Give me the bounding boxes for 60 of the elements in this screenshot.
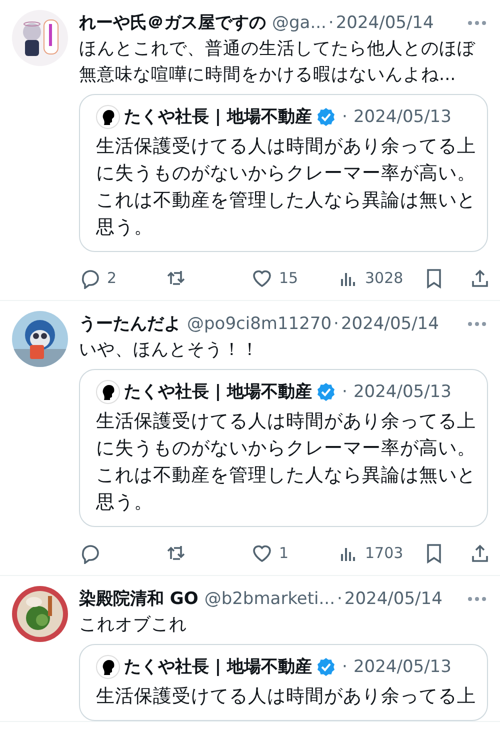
quoted-user-name: たくや社長 | 地場不動産 — [124, 106, 312, 129]
views-count: 3028 — [365, 269, 404, 287]
post-text: 無意味な喧嘩に時間をかける暇はないんよね... — [79, 64, 457, 87]
share-button[interactable] — [469, 267, 491, 289]
quoted-post[interactable]: たくや社長 | 地場不動産 · 2024/05/13 生活保護受けてる人は時間があり余ってる上 に失うものがないからクレーマー率が高い。 これは不動産を管理した人なら異論は無いと 思う。 — [79, 369, 488, 527]
user-handle: @ga... — [272, 12, 326, 35]
share-button[interactable] — [469, 542, 491, 564]
separator-dot: · — [328, 12, 334, 35]
quoted-post[interactable]: たくや社長 | 地場不動産 · 2024/05/13 生活保護受けてる人は時間があり余ってる上 — [79, 644, 488, 721]
separator-dot: · — [337, 588, 342, 611]
quoted-user-name: たくや社長 | 地場不動産 — [124, 656, 312, 679]
quoted-text: これは不動産を管理した人なら異論は無いと — [96, 189, 477, 213]
like-count: 15 — [279, 269, 298, 287]
user-handle: @b2bmarketi... — [204, 588, 335, 611]
share-icon — [469, 267, 491, 289]
share-icon — [469, 542, 491, 564]
user-name: 染殿院清和 GO — [79, 588, 198, 611]
user-handle: @po9ci8m11270 — [187, 313, 332, 336]
post-date: 2024/05/14 — [340, 313, 439, 336]
reply-button[interactable]: 2 — [79, 267, 117, 289]
views-button[interactable]: 1703 — [337, 542, 404, 564]
quoted-text: に失うものがないからクレーマー率が高い。 — [96, 162, 477, 186]
quoted-text: 思う。 — [96, 491, 154, 515]
separator-dot: · — [342, 106, 348, 129]
quoted-text: 思う。 — [96, 216, 154, 240]
post-date: 2024/05/14 — [344, 588, 442, 611]
more-icon[interactable] — [466, 596, 488, 602]
user-name: れーや氏＠ガス屋ですの — [79, 12, 266, 35]
separator-dot: · — [342, 656, 348, 679]
views-button[interactable]: 3028 — [337, 267, 404, 289]
more-icon[interactable] — [466, 321, 488, 327]
quoted-text: に失うものがないからクレーマー率が高い。 — [96, 437, 477, 461]
separator-dot: · — [342, 381, 348, 404]
post-date: 2024/05/14 — [336, 12, 434, 35]
quoted-text: 生活保護受けてる人は時間があり余ってる上 — [96, 135, 477, 159]
reply-icon — [79, 542, 101, 564]
user-name: うーたんだよ — [79, 313, 181, 336]
quoted-text: 生活保護受けてる人は時間があり余ってる上 — [96, 685, 477, 709]
quoted-text: これは不動産を管理した人なら異論は無いと — [96, 464, 477, 488]
post-text: いや、ほんとそう！！ — [79, 339, 260, 362]
reply-icon — [79, 267, 101, 289]
quoted-post-date: 2024/05/13 — [353, 656, 452, 679]
post-text: ほんとこれで、普通の生活してたら他人とのほぼ — [79, 38, 476, 61]
like-count: 1 — [279, 544, 289, 562]
quoted-post-date: 2024/05/13 — [353, 381, 452, 404]
quoted-user-name: たくや社長 | 地場不動産 — [124, 381, 312, 404]
separator-dot: · — [334, 313, 339, 336]
views-count: 1703 — [365, 544, 404, 562]
like-button[interactable]: 15 — [251, 267, 298, 289]
reply-count: 2 — [107, 269, 117, 287]
more-icon[interactable] — [466, 20, 488, 26]
quoted-post-date: 2024/05/13 — [353, 106, 452, 129]
reply-button[interactable] — [79, 542, 101, 564]
post-text: これオブこれ — [79, 614, 188, 637]
quoted-text: 生活保護受けてる人は時間があり余ってる上 — [96, 410, 477, 434]
quoted-post[interactable]: たくや社長 | 地場不動産 · 2024/05/13 生活保護受けてる人は時間があり余ってる上 に失うものがないからクレーマー率が高い。 これは不動産を管理した人なら異論は無いと 思う。 — [79, 94, 488, 252]
like-button[interactable]: 1 — [251, 542, 289, 564]
avatar-icon — [96, 380, 120, 404]
avatar-icon — [96, 655, 120, 679]
avatar-icon — [96, 105, 120, 129]
